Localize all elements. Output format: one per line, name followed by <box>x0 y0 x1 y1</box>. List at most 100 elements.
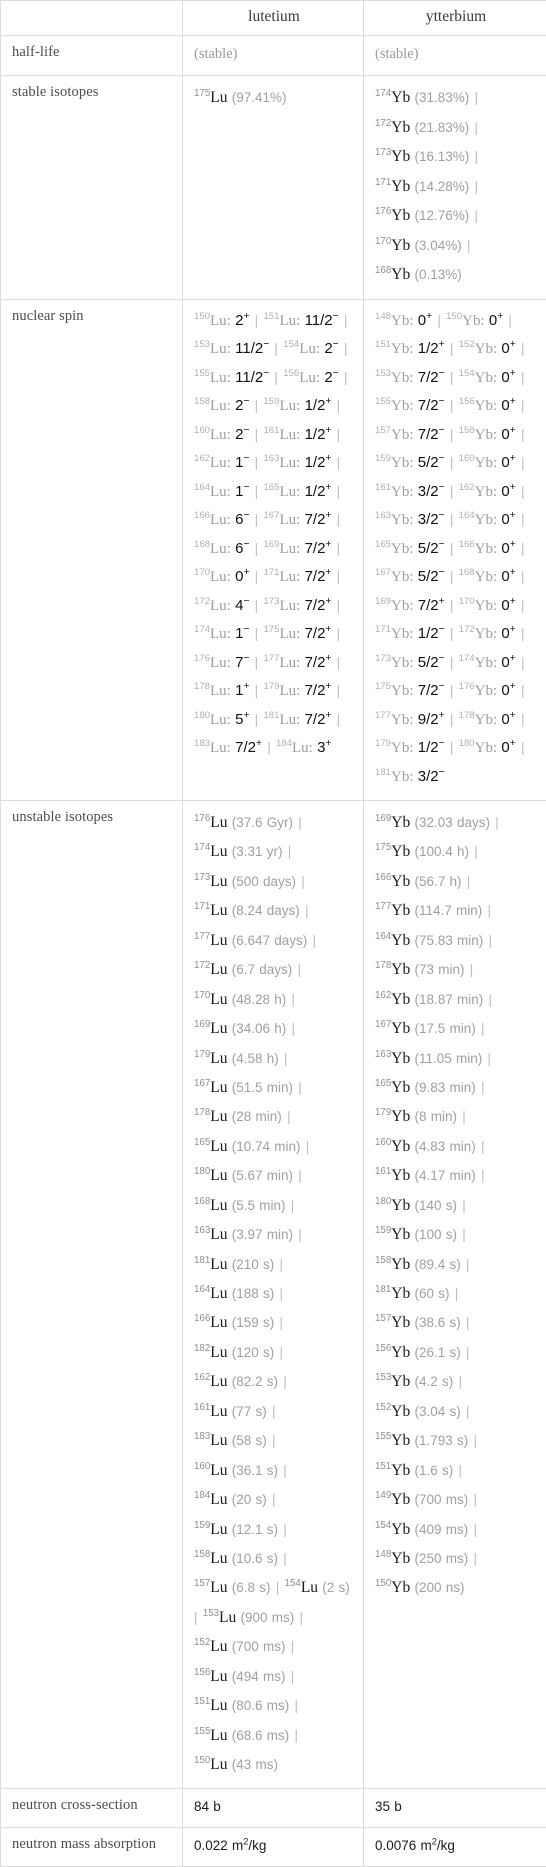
nuclear-spin-value: 7/2+ <box>305 625 332 642</box>
list-separator: | <box>457 1227 467 1242</box>
isotope-value: (34.06 h) <box>228 1021 287 1036</box>
list-separator: | <box>282 1109 292 1124</box>
isotope-symbol: 175Lu <box>194 89 228 106</box>
isotope-symbol: 169Yb <box>375 814 410 831</box>
isotope-value: (6.7 days) <box>228 962 293 977</box>
table-header-row: lutetium ytterbium <box>1 1 546 36</box>
nuclide-label: 179Yb: <box>375 740 414 756</box>
isotope-value: (12.76%) <box>410 208 469 223</box>
nuclear-spin-value: 0+ <box>501 654 515 671</box>
nuclide-label: 151Lu: <box>263 313 300 329</box>
list-separator: | <box>445 427 459 442</box>
nuclear-spin-value: 0+ <box>501 483 515 500</box>
nuclide-label: 171Lu: <box>263 569 300 585</box>
isotope-symbol: 163Yb <box>375 1050 410 1067</box>
list-separator: | <box>249 427 263 442</box>
isotope-symbol: 164Lu <box>194 1285 228 1302</box>
isotope-value: (10.74 min) <box>228 1139 301 1154</box>
nuclear-spin-value: 0+ <box>489 312 503 329</box>
list-separator: | <box>331 655 341 670</box>
list-separator: | <box>516 341 526 356</box>
list-separator: | <box>274 1257 284 1272</box>
list-separator: | <box>267 1492 277 1507</box>
isotope-value: (97.41%) <box>228 90 287 105</box>
nuclide-label: 184Lu: <box>276 740 313 756</box>
scalar-value-text: 84 b <box>194 1799 221 1814</box>
list-separator: | <box>453 1374 463 1389</box>
isotope-value: (250 ms) <box>410 1551 468 1566</box>
isotope-value: (4.17 min) <box>410 1168 476 1183</box>
isotope-value: (82.2 s) <box>228 1374 279 1389</box>
quantity-value: 0.0076 m2/kg <box>375 1838 455 1853</box>
list-separator: | <box>461 1404 471 1419</box>
isotope-symbol: 167Lu <box>194 1079 228 1096</box>
nuclide-label: 160Yb: <box>459 455 498 471</box>
nuclear-spin-value: 3+ <box>317 739 331 756</box>
header-lutetium: lutetium <box>183 1 364 36</box>
list-separator: | <box>516 626 526 641</box>
isotope-symbol: 157Lu <box>194 1579 228 1596</box>
nuclear-spin-value: 2− <box>235 426 249 443</box>
isotope-value: (6.647 days) <box>228 933 308 948</box>
isotope-symbol: 177Lu <box>194 932 228 949</box>
list-separator: | <box>445 512 459 527</box>
list-separator: | <box>278 1522 288 1537</box>
isotope-value: (700 ms) <box>228 1639 286 1654</box>
list-separator: | <box>445 598 459 613</box>
nuclear-spin-value: 2− <box>235 397 249 414</box>
list-separator: | <box>286 992 296 1007</box>
nuclide-label: 165Lu: <box>263 484 300 500</box>
table-row: half-life(stable)(stable) <box>1 36 546 76</box>
list-separator: | <box>445 541 459 556</box>
list-separator: | <box>465 962 475 977</box>
nuclear-spin-value: 6− <box>235 511 249 528</box>
list-separator: | <box>274 1286 284 1301</box>
list-separator: | <box>249 655 263 670</box>
list-separator: | <box>516 512 526 527</box>
nuclear-spin-value: 7/2+ <box>305 511 332 528</box>
list-separator: | <box>476 1168 486 1183</box>
list-separator: | <box>271 1580 285 1595</box>
nuclide-label: 155Lu: <box>194 370 231 386</box>
isotope-symbol: 172Yb <box>375 119 410 136</box>
nuclear-spin-value: 7/2− <box>418 397 445 414</box>
nuclide-label: 163Lu: <box>263 455 300 471</box>
list-separator: | <box>279 1051 289 1066</box>
isotope-symbol: 161Yb <box>375 1167 410 1184</box>
nuclide-label: 158Lu: <box>194 398 231 414</box>
nuclear-spin-value: 0+ <box>235 568 249 585</box>
list-separator: | <box>461 1257 471 1272</box>
list-separator: | <box>296 874 306 889</box>
isotope-value: (26.1 s) <box>410 1345 461 1360</box>
nuclear-spin-list-ytterbium: 148Yb: 0+ | 150Yb: 0+ | 151Yb: 1/2+ | 15… <box>364 299 546 801</box>
nuclide-label: 179Lu: <box>263 683 300 699</box>
isotope-value: (8 min) <box>410 1109 457 1124</box>
list-separator: | <box>331 626 341 641</box>
isotope-value: (159 s) <box>228 1315 275 1330</box>
isotope-value: (31.83%) <box>410 90 469 105</box>
nuclear-spin-value: 5/2− <box>418 454 445 471</box>
list-separator: | <box>469 844 479 859</box>
list-separator: | <box>483 992 493 1007</box>
isotope-value: (3.97 min) <box>228 1227 294 1242</box>
nuclear-spin-value: 7/2+ <box>235 739 262 756</box>
list-separator: | <box>331 455 341 470</box>
nuclear-spin-value: 1/2+ <box>305 397 332 414</box>
nuclear-spin-value: 2− <box>324 369 338 386</box>
isotope-value: (6.8 s) <box>228 1580 271 1595</box>
isotope-value: (8.24 days) <box>228 903 300 918</box>
nuclide-label: 168Yb: <box>459 569 498 585</box>
nuclide-label: 176Yb: <box>459 683 498 699</box>
list-separator: | <box>445 398 459 413</box>
nuclear-spin-value: 2+ <box>235 312 249 329</box>
list-separator: | <box>516 683 526 698</box>
list-separator: | <box>516 484 526 499</box>
list-separator: | <box>307 933 317 948</box>
list-separator: | <box>445 569 459 584</box>
isotope-symbol: 183Lu <box>194 1432 228 1449</box>
list-separator: | <box>462 238 472 253</box>
list-separator: | <box>516 455 526 470</box>
row-label-unstable-isotopes: unstable isotopes <box>1 801 183 1789</box>
nuclide-label: 162Lu: <box>194 455 231 471</box>
nuclear-spin-value: 5/2− <box>418 540 445 557</box>
